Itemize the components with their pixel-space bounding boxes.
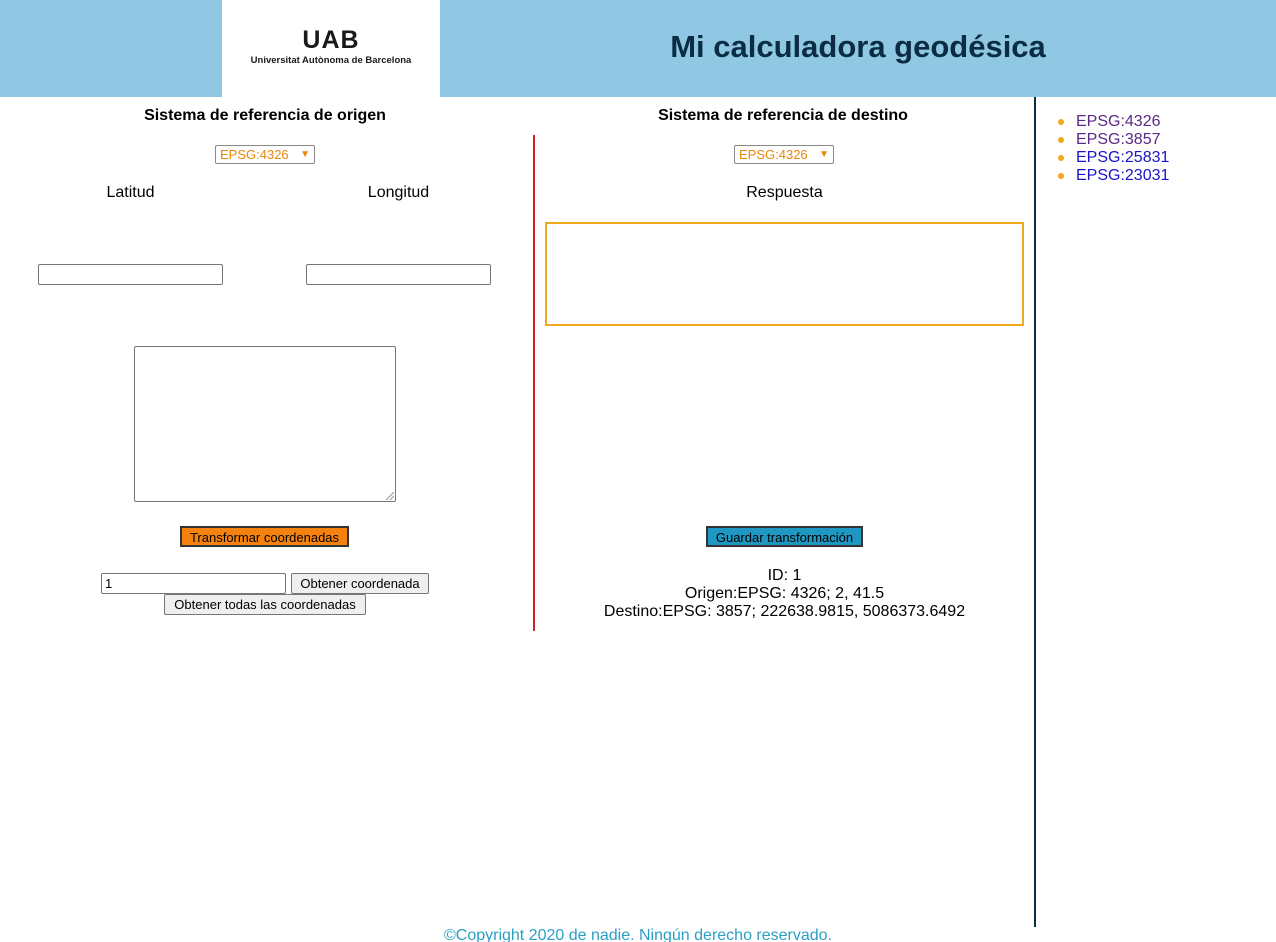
bullet-icon — [1058, 119, 1064, 125]
get-coordinate-button[interactable]: Obtener coordenada — [291, 573, 429, 594]
transform-button[interactable]: Transformar coordenadas — [180, 526, 349, 547]
answer-label: Respuesta — [746, 184, 823, 201]
destination-heading: Sistema de referencia de destino — [658, 107, 908, 124]
crs-link-23031[interactable]: EPSG:23031 — [1076, 167, 1169, 184]
bullet-icon — [1058, 173, 1064, 179]
origin-heading: Sistema de referencia de origen — [144, 107, 386, 124]
logo-subtitle: Universitat Autònoma de Barcelona — [250, 55, 412, 66]
chevron-down-icon: ▼ — [819, 149, 829, 160]
list-item: EPSG:25831 — [1058, 149, 1169, 167]
list-item: EPSG:3857 — [1058, 131, 1169, 149]
uab-logo: UAB Universitat Autònoma de Barcelona — [222, 0, 440, 97]
crs-link-4326[interactable]: EPSG:4326 — [1076, 113, 1161, 130]
header-bar: UAB Universitat Autònoma de Barcelona Mi… — [0, 0, 1276, 97]
result-id: ID: 1 — [767, 567, 802, 584]
resize-handle-icon[interactable] — [386, 492, 394, 500]
longitude-input[interactable] — [306, 264, 491, 285]
destination-crs-value: EPSG:4326 — [739, 147, 808, 162]
crs-link-25831[interactable]: EPSG:25831 — [1076, 149, 1169, 166]
coordinates-textarea[interactable] — [134, 346, 396, 502]
coordinate-id-input[interactable]: 1 — [101, 573, 286, 594]
result-origin: Origen:EPSG: 4326; 2, 41.5 — [684, 585, 885, 602]
crs-link-list: EPSG:4326 EPSG:3857 EPSG:25831 EPSG:2303… — [1058, 113, 1169, 185]
transformation-result: ID: 1 Origen:EPSG: 4326; 2, 41.5 Destino… — [545, 567, 1024, 621]
list-item: EPSG:23031 — [1058, 167, 1169, 185]
sidebar-divider — [1034, 97, 1036, 927]
column-divider — [533, 135, 535, 631]
footer-copyright: ©Copyright 2020 de nadie. Ningún derecho… — [443, 927, 833, 942]
save-transformation-button[interactable]: Guardar transformación — [706, 526, 863, 547]
chevron-down-icon: ▼ — [300, 149, 310, 160]
logo-mark: UAB — [302, 26, 360, 54]
latitude-input[interactable] — [38, 264, 223, 285]
origin-crs-value: EPSG:4326 — [220, 147, 289, 162]
list-item: EPSG:4326 — [1058, 113, 1169, 131]
origin-crs-select[interactable]: EPSG:4326 ▼ — [215, 145, 315, 164]
bullet-icon — [1058, 137, 1064, 143]
answer-output — [545, 222, 1024, 326]
destination-crs-select[interactable]: EPSG:4326 ▼ — [734, 145, 834, 164]
result-destination: Destino:EPSG: 3857; 222638.9815, 5086373… — [603, 603, 966, 620]
crs-link-3857[interactable]: EPSG:3857 — [1076, 131, 1161, 148]
get-all-coordinates-button[interactable]: Obtener todas las coordenadas — [164, 594, 366, 615]
latitude-label: Latitud — [106, 184, 155, 201]
bullet-icon — [1058, 155, 1064, 161]
page-title: Mi calculadora geodésica — [670, 29, 1046, 64]
longitude-label: Longitud — [367, 184, 430, 201]
